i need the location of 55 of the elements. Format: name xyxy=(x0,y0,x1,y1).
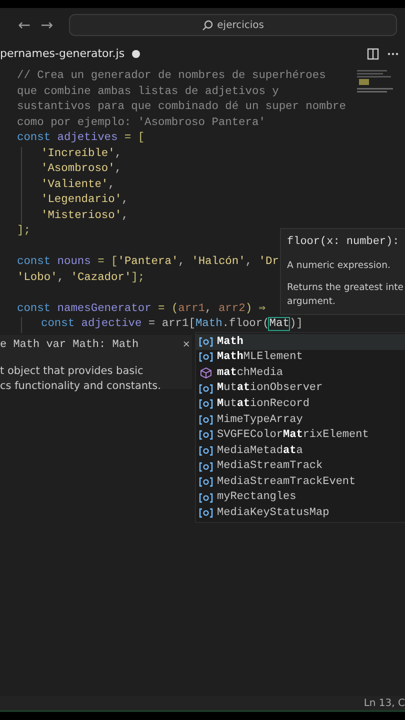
search-icon xyxy=(202,20,214,30)
code-line: const namesGenerator = (arr1, arr2) ⇒ xyxy=(17,302,266,316)
suggestion-item[interactable]: matchMedia xyxy=(196,365,405,381)
suggestion-item[interactable]: Math xyxy=(196,334,405,350)
cube-icon xyxy=(199,366,213,379)
variable-icon xyxy=(199,352,213,362)
variable-icon xyxy=(199,430,213,440)
search-field[interactable]: ejercicios xyxy=(69,14,397,36)
variable-icon xyxy=(199,399,213,410)
variable-icon xyxy=(199,446,213,456)
parameter-doc: A numeric expression. xyxy=(287,258,390,272)
code-line: 'Legendario', xyxy=(41,193,128,208)
cursor-position[interactable]: Ln 13, C xyxy=(364,696,405,710)
code-line: 'Misterioso', xyxy=(41,208,128,224)
variable-icon xyxy=(199,492,213,503)
suggestion-item[interactable]: myRectangles xyxy=(196,490,405,506)
variable-icon xyxy=(199,477,213,488)
variable-icon xyxy=(199,414,213,425)
hover-text: cs functionality and constants. xyxy=(0,378,162,394)
code-line: const nouns = ['Pantera', 'Halcón', 'Dr xyxy=(17,255,279,270)
suggestion-item[interactable]: MediaKeyStatusMap xyxy=(196,506,405,522)
suggestion-item[interactable]: MutationObserver xyxy=(196,380,405,396)
more-icon[interactable] xyxy=(387,52,399,56)
forward-button[interactable]: → xyxy=(40,18,54,32)
function-description: Returns the greatest inte xyxy=(287,280,404,294)
suggestion-item[interactable]: MediaMetadata xyxy=(196,443,405,459)
code-line: como por ejemplo: 'Asombroso Pantera' xyxy=(17,116,266,130)
variable-icon xyxy=(199,508,213,518)
code-line: que combine ambas listas de adjetivos y xyxy=(17,84,279,100)
back-button[interactable]: ← xyxy=(18,18,31,32)
code-line: const adjetives = [ xyxy=(17,131,145,146)
suggestion-item[interactable]: MimeTypeArray xyxy=(196,412,405,428)
function-signature: floor(x: number): xyxy=(287,235,400,250)
code-line: 'Valiente', xyxy=(41,178,115,192)
hover-text: t object that provides basic xyxy=(0,364,144,378)
code-line: sustantivos para que combinado dé un super nombre xyxy=(17,100,346,115)
code-line: const adjective = arr1[Math.floor(Mat)] xyxy=(41,317,303,332)
code-line: 'Lobo', 'Cazador']; xyxy=(17,270,145,286)
suggestion-item[interactable]: MutationRecord xyxy=(196,396,405,412)
suggestion-item[interactable]: SVGFEColorMatrixElement xyxy=(196,428,405,444)
split-editor-icon[interactable] xyxy=(367,48,379,60)
code-line: ]; xyxy=(17,224,30,239)
hover-signature: e Math var Math: Math xyxy=(0,338,139,353)
code-line: 'Asombroso', xyxy=(41,162,122,177)
code-line: 'Increíble', xyxy=(41,146,122,162)
suggestion-item[interactable]: MediaStreamTrack xyxy=(196,458,405,474)
variable-icon xyxy=(199,384,213,394)
suggestion-item[interactable]: MathMLElement xyxy=(196,350,405,366)
variable-icon xyxy=(199,336,213,347)
function-description: argument. xyxy=(287,294,336,308)
code-line: // Crea un generador de nombres de superhéroes xyxy=(17,69,326,84)
suggestion-item[interactable]: MediaStreamTrackEvent xyxy=(196,474,405,490)
variable-icon xyxy=(199,462,213,472)
close-button[interactable]: × xyxy=(182,339,190,352)
code-editor[interactable] xyxy=(0,66,405,696)
